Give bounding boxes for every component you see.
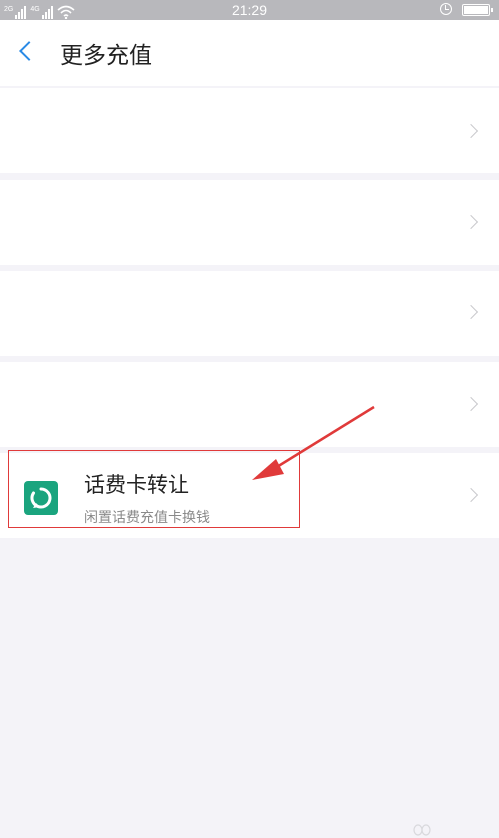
- battery-fill: [464, 6, 488, 14]
- back-chevron-icon[interactable]: [19, 41, 39, 61]
- alarm-icon: [440, 3, 452, 15]
- chevron-right-icon: [463, 304, 479, 320]
- chevron-right-icon: [463, 214, 479, 230]
- watermark-icon: [410, 822, 440, 836]
- list-item[interactable]: [0, 362, 499, 447]
- redacted-area: [0, 88, 383, 173]
- list-item[interactable]: [0, 180, 499, 265]
- list-item[interactable]: [0, 271, 499, 356]
- battery-icon: [462, 4, 493, 16]
- list-item[interactable]: [0, 88, 499, 173]
- annotation-highlight-box: [8, 450, 300, 528]
- page-title: 更多充值: [60, 43, 152, 69]
- redacted-area: [0, 362, 383, 447]
- redacted-area: [0, 180, 383, 265]
- status-bar: 2G 4G 21:29: [0, 0, 499, 20]
- chevron-right-icon: [463, 396, 479, 412]
- chevron-right-icon: [463, 487, 479, 503]
- header: 更多充值: [0, 20, 499, 86]
- chevron-right-icon: [463, 123, 479, 139]
- status-time: 21:29: [231, 2, 268, 18]
- redacted-area: [0, 271, 383, 356]
